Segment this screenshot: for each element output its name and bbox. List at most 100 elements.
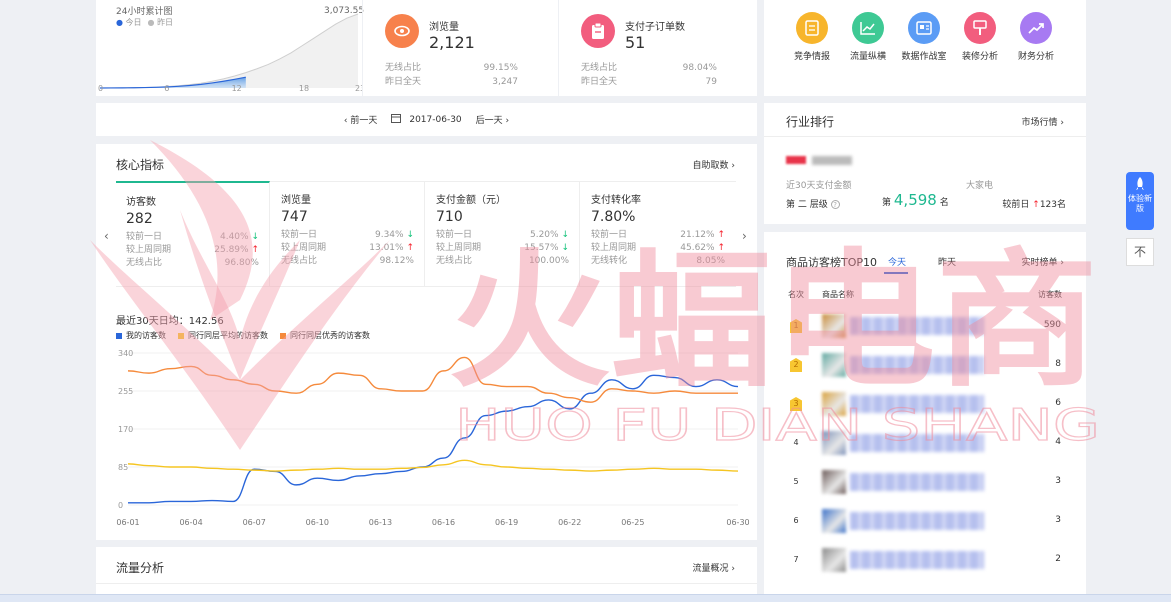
rank-badge: 4 <box>793 438 799 447</box>
tab-today[interactable]: 今天 <box>888 255 906 268</box>
calendar-icon[interactable] <box>391 113 402 126</box>
metric-row: 无线转化 8.05% <box>591 256 725 266</box>
tool-decoration[interactable]: 装修分析 <box>950 12 1010 62</box>
product-name-blurred[interactable] <box>850 434 984 452</box>
shop-name-blurred <box>812 156 852 165</box>
product-thumbnail[interactable] <box>822 431 846 455</box>
table-row[interactable]: 72 <box>764 541 1086 580</box>
tools-card: 竞争情报 流量纵横 数据作战室 装修分析 财务分析 <box>764 0 1086 96</box>
visitor-trend-chart: 0 85 170 255 340 06-01 06-04 06-07 06-10 06-13 06-… <box>116 349 749 527</box>
product-name-blurred[interactable] <box>850 512 984 530</box>
chevron-right-icon: › <box>1060 258 1064 268</box>
pageview-row1-label: 无线占比 <box>385 63 422 73</box>
tool-label: 装修分析 <box>961 52 998 62</box>
product-name-blurred[interactable] <box>850 551 984 569</box>
product-name-blurred[interactable] <box>850 356 984 374</box>
bottom-bar <box>0 594 1171 602</box>
metric-row: 无线占比 98.12% <box>281 256 414 266</box>
brush-icon <box>964 12 996 44</box>
product-name-blurred[interactable] <box>850 317 984 335</box>
metric-value: 7.80% <box>591 209 636 225</box>
metric-row: 较前一日 4.40% ↓ <box>126 232 259 242</box>
rank-badge: 2 <box>790 358 802 372</box>
metric-row: 较上周同期 13.01% ↑ <box>281 243 414 253</box>
tool-competition[interactable]: 竞争情报 <box>782 12 842 62</box>
metric-row: 较前一日 21.12% ↑ <box>591 230 725 240</box>
arrow-down-icon: ↓ <box>561 243 569 253</box>
product-thumbnail[interactable] <box>822 353 846 377</box>
tool-traffic[interactable]: 流量纵横 <box>838 12 898 62</box>
rank-badge: 5 <box>793 477 799 486</box>
table-row[interactable]: 1 590 <box>764 307 1086 346</box>
back-to-top-button[interactable]: 不 <box>1126 238 1154 266</box>
realtime-rank-link[interactable]: 实时榜单 › <box>1022 255 1065 268</box>
arrow-down-icon: ↓ <box>406 230 414 240</box>
metric-3[interactable]: 支付转化率 7.80% 较前一日 21.12% ↑ 较上周同期 45.62% ↑ 无线转化 8… <box>581 181 735 287</box>
line-chart-icon <box>852 12 884 44</box>
product-thumbnail[interactable] <box>822 509 846 533</box>
table-row[interactable]: 53 <box>764 463 1086 502</box>
metric-value: 710 <box>436 209 463 225</box>
x-tick-label: 06-25 <box>621 518 644 527</box>
industry-rank-card: 行业排行 市场行情 › 近30天支付金额 大家电 第 二 层级 ? 第 4,59… <box>764 103 1086 224</box>
flow-title: 流量分析 <box>116 561 165 575</box>
tool-label: 财务分析 <box>1017 52 1054 62</box>
suborder-row1-label: 无线占比 <box>581 63 618 73</box>
suborder-row1-value: 98.04% <box>682 63 717 73</box>
metric-2[interactable]: 支付金额（元） 710 较前一日 5.20% ↓ 较上周同期 15.57% ↓ 无线占比 10… <box>426 181 580 287</box>
metric-0[interactable]: 访客数 282 较前一日 4.40% ↓ 较上周同期 25.89% ↑ 无线占比 96.80% <box>116 181 270 287</box>
shop-logo <box>786 156 806 164</box>
table-row[interactable]: 44 <box>764 424 1086 463</box>
core-metrics-card: 核心指标 自助取数 › ‹ › 访客数 282 较前一日 4.40% ↓ 较上周同期 25… <box>96 144 757 540</box>
self-service-link[interactable]: 自助取数 › <box>693 158 736 171</box>
product-thumbnail[interactable] <box>822 470 846 494</box>
divider <box>96 583 757 584</box>
tool-label: 数据作战室 <box>901 52 947 62</box>
metric-label: 支付转化率 <box>591 195 641 206</box>
x-tick-label: 06-13 <box>369 518 392 527</box>
arrow-up-icon: ↑ <box>717 243 725 253</box>
flow-overview-link[interactable]: 流量概况 › <box>693 561 736 574</box>
metrics-next-arrow[interactable]: › <box>742 229 747 243</box>
table-row[interactable]: 28 <box>764 346 1086 385</box>
pageview-tile: 浏览量 2,121 无线占比 99.15% 昨日全天 3,247 <box>362 0 558 96</box>
rank-display: 第 4,598 名 <box>882 191 949 209</box>
current-date[interactable]: 2017-06-30 <box>409 115 461 125</box>
suborder-label: 支付子订单数 <box>625 22 685 33</box>
chevron-right-icon: › <box>731 564 735 574</box>
core-title: 核心指标 <box>116 158 165 172</box>
y-tick-label: 170 <box>118 425 133 434</box>
product-thumbnail[interactable] <box>822 314 846 338</box>
dashboard-icon <box>908 12 940 44</box>
hourly-x-tick: 6 <box>164 84 169 93</box>
tool-finance[interactable]: 财务分析 <box>1006 12 1066 62</box>
arrow-up-icon: ↑ <box>406 243 414 253</box>
table-row[interactable]: 63 <box>764 502 1086 541</box>
product-thumbnail[interactable] <box>822 548 846 572</box>
market-link[interactable]: 市场行情 › <box>1022 115 1065 128</box>
try-new-version-button[interactable]: 体验新版 <box>1126 172 1154 230</box>
rocket-icon <box>1135 177 1145 194</box>
rank-badge: 3 <box>790 397 802 411</box>
product-thumbnail[interactable] <box>822 392 846 416</box>
rank-badge: 7 <box>793 555 799 564</box>
realtime-summary-card: 24小时累计图 ● 今日 ● 昨日 3,073.55 06121823 浏览量 … <box>96 0 757 96</box>
metric-row: 较前一日 9.34% ↓ <box>281 230 414 240</box>
arrow-down-icon: ↓ <box>561 230 569 240</box>
product-name-blurred[interactable] <box>850 395 984 413</box>
product-name-blurred[interactable] <box>850 473 984 491</box>
help-icon[interactable]: ? <box>830 200 840 209</box>
y-tick-label: 255 <box>118 387 133 396</box>
metrics-prev-arrow[interactable]: ‹ <box>104 229 109 243</box>
prev-day-button[interactable]: ‹ 前一天 <box>344 113 377 126</box>
table-row[interactable]: 36 <box>764 385 1086 424</box>
tab-yesterday[interactable]: 昨天 <box>938 255 956 268</box>
hourly-area-chart: 0 6 12 18 23 <box>98 13 362 93</box>
date-navigator: ‹ 前一天 2017-06-30 后一天 › <box>96 103 757 136</box>
tool-war-room[interactable]: 数据作战室 <box>894 12 954 62</box>
metric-label: 访客数 <box>126 197 156 208</box>
chevron-right-icon: › <box>731 161 735 171</box>
next-day-button[interactable]: 后一天 › <box>476 113 509 126</box>
rank-badge: 6 <box>793 516 799 525</box>
metric-1[interactable]: 浏览量 747 较前一日 9.34% ↓ 较上周同期 13.01% ↑ 无线占比 98.12% <box>271 181 425 287</box>
